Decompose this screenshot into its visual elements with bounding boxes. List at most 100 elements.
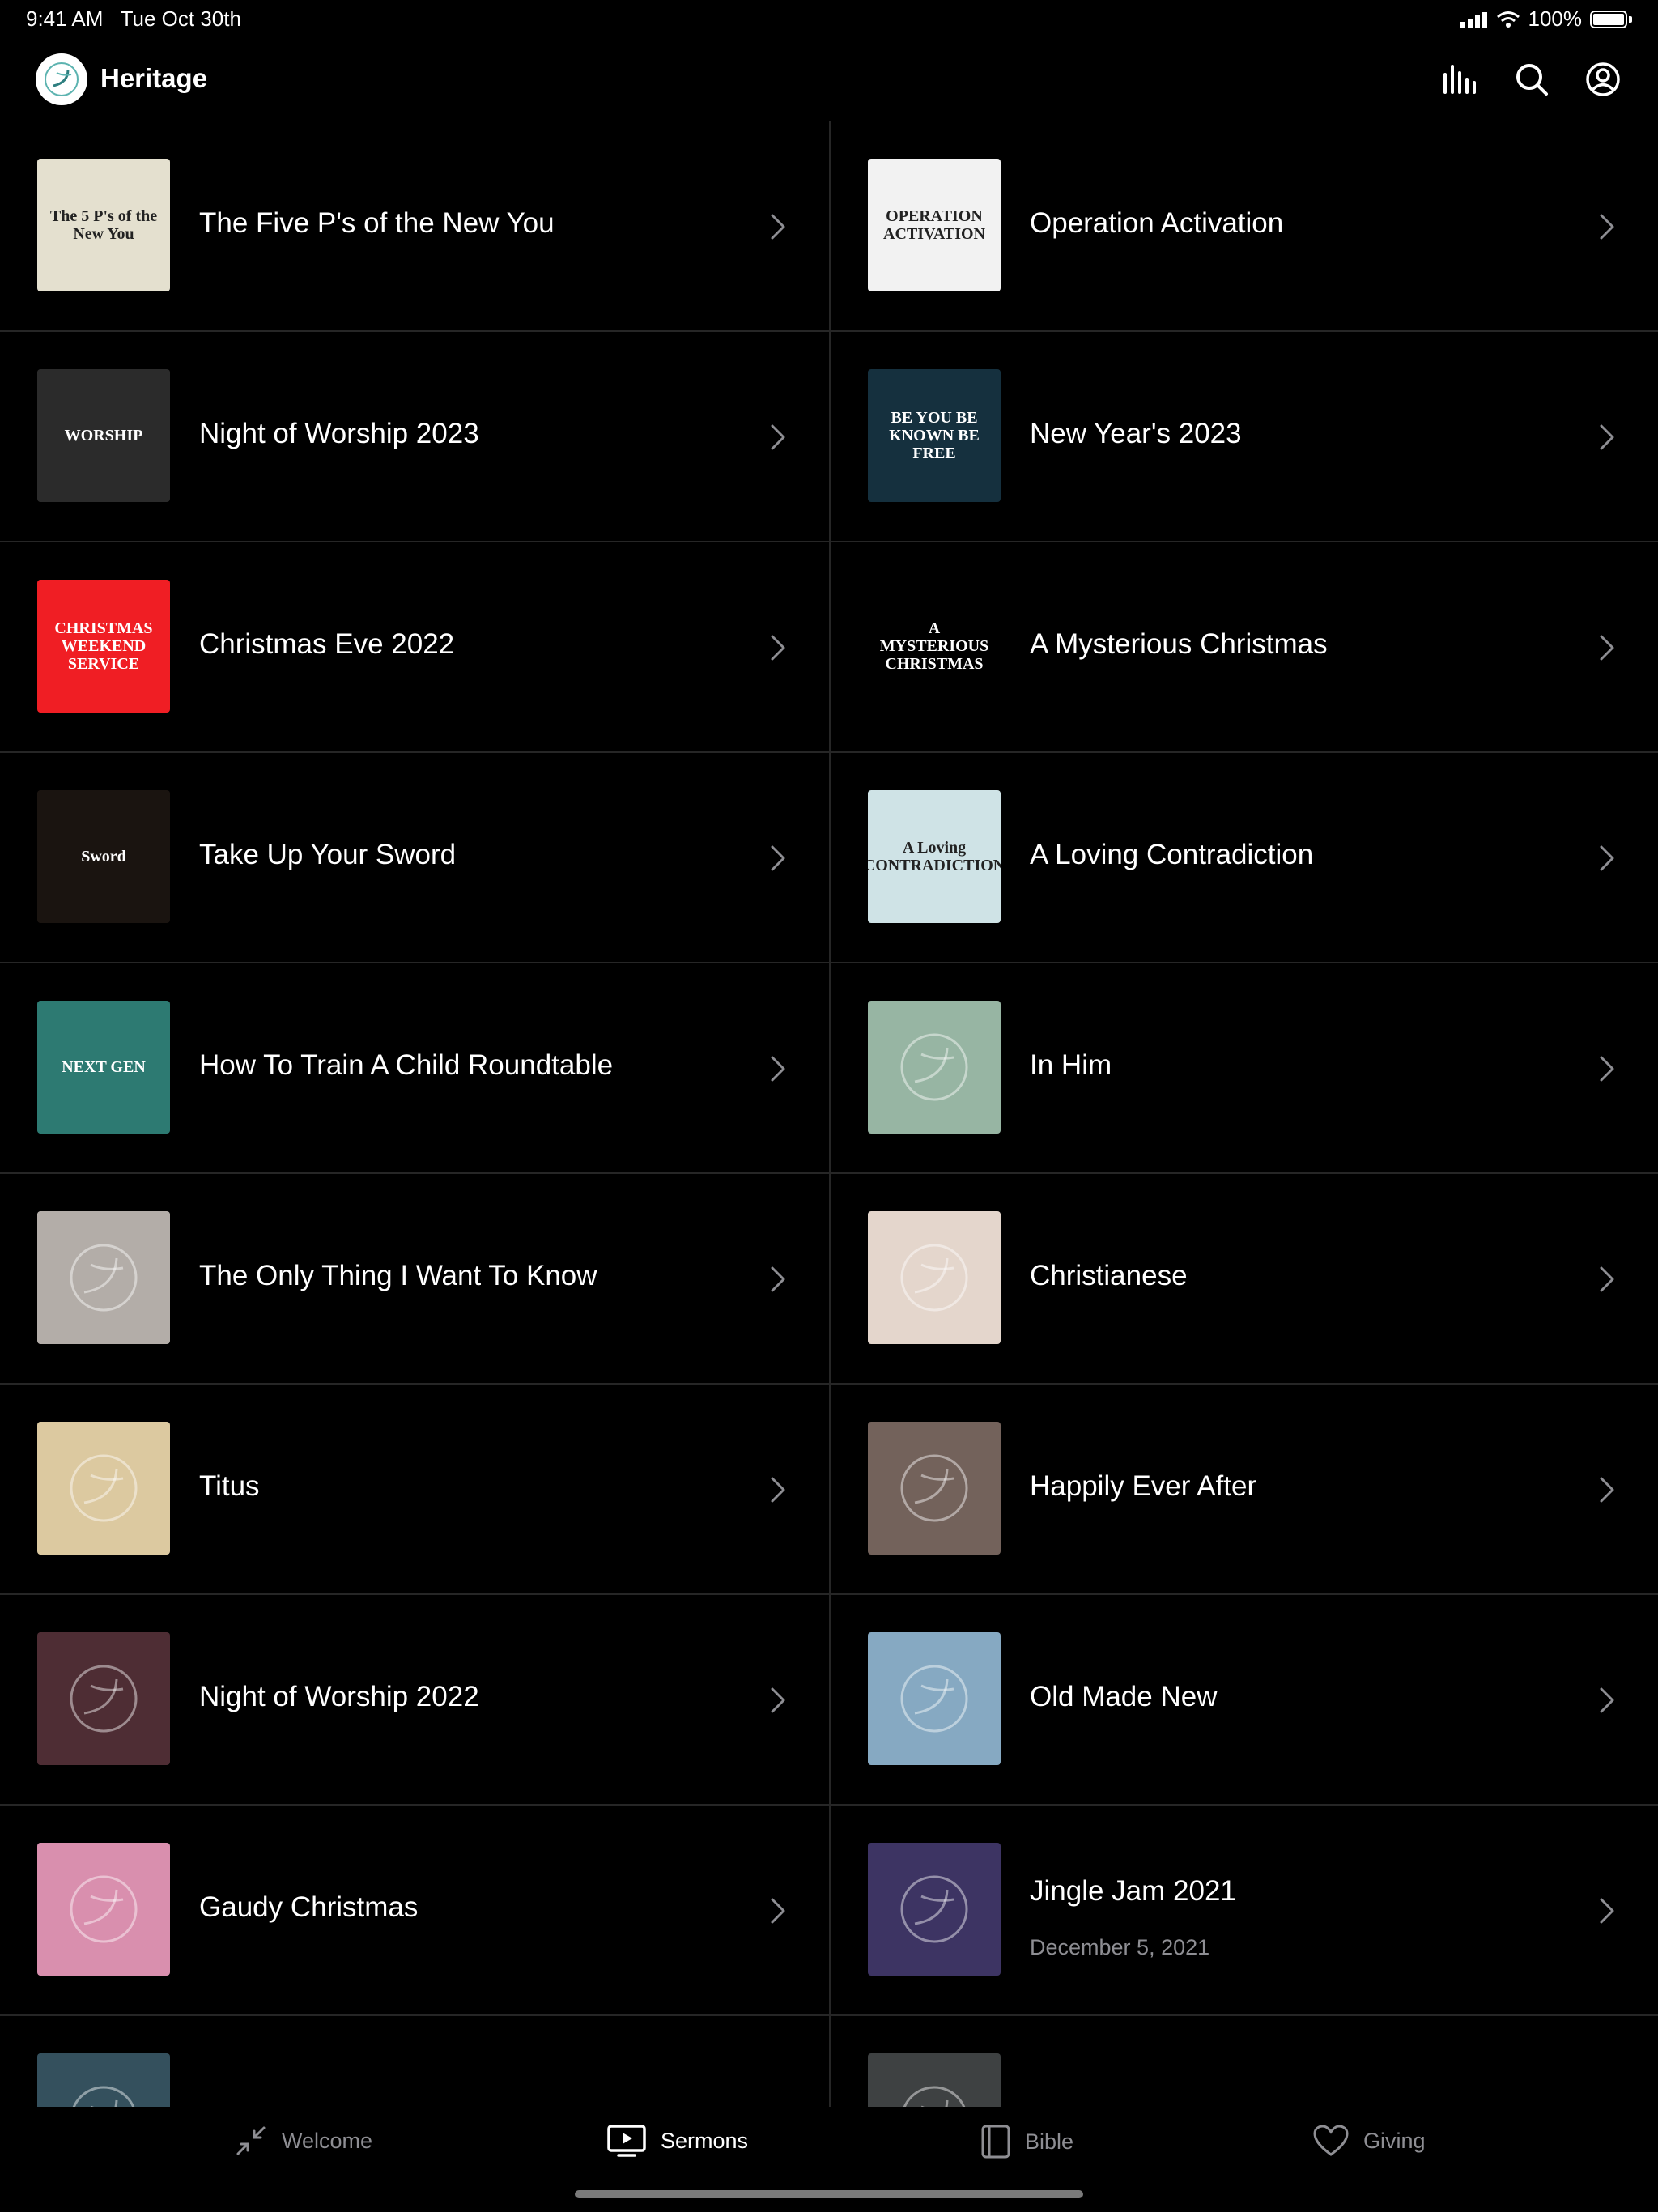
sermon-title: Jingle Jam 2021 [1030,1875,1236,1907]
heart-icon [1313,2125,1349,2156]
sermon-row[interactable]: Christianese [831,1174,1658,1385]
app-header: Heritage [0,45,1658,113]
sermon-thumbnail: WORSHIP [37,369,170,502]
book-icon [981,2125,1010,2159]
sermon-thumbnail [868,1211,1001,1344]
chevron-right-icon [771,1898,785,1924]
chevron-right-icon [1600,845,1614,871]
thumbnail-art-text: Sword [81,848,126,866]
sermon-date: December 5, 2021 [1030,1935,1210,1959]
app-title: Heritage [100,63,208,93]
sermon-title: The Five P's of the New You [199,207,555,239]
chevron-right-icon [771,214,785,240]
tab-bible[interactable]: Bible [981,2125,1073,2159]
home-indicator [575,2190,1083,2198]
sermon-thumbnail [37,1211,170,1344]
chevron-right-icon [771,1056,785,1082]
sermon-row[interactable]: Night of Worship 2022 [0,1595,829,1806]
sermon-title: Night of Worship 2022 [199,1681,479,1712]
sermon-row[interactable]: A MYSTERIOUS CHRISTMAS A Mysterious Chris… [831,542,1658,753]
chevron-right-icon [1600,1898,1614,1924]
sermon-thumbnail [868,1001,1001,1134]
church-logo[interactable] [36,53,87,105]
equalizer-icon[interactable] [1441,60,1480,99]
sermon-thumbnail [37,1422,170,1555]
chevron-right-icon [1600,1687,1614,1713]
status-bar: 9:41 AM Tue Oct 30th 100% [0,0,1658,39]
sermon-row[interactable]: In Him [831,963,1658,1174]
search-icon[interactable] [1512,60,1551,99]
sermon-title: Operation Activation [1030,207,1284,239]
tab-label: Welcome [282,2128,373,2153]
wifi-icon [1496,11,1520,28]
sermon-row[interactable]: Old Made New [831,1595,1658,1806]
sermon-row[interactable]: BE YOU BE KNOWN BE FREE New Year's 2023 [831,332,1658,542]
sermon-row[interactable]: The 5 P's of the New You The Five P's of … [0,121,829,332]
sermon-title: A Loving Contradiction [1030,839,1314,870]
status-time: 9:41 AM Tue Oct 30th [26,6,241,31]
sermon-title: Old Made New [1030,1681,1218,1712]
sermon-title: Titus [199,1470,260,1502]
sermon-row[interactable]: WORSHIP Night of Worship 2023 [0,332,829,542]
chevron-right-icon [771,635,785,661]
sermon-title: In Him [1030,1049,1112,1081]
sermon-row[interactable]: The Only Thing I Want To Know [0,1174,829,1385]
chevron-right-icon [771,424,785,450]
tab-label: Giving [1363,2128,1426,2153]
sermon-thumbnail [37,2053,170,2107]
sermon-row[interactable] [0,2016,829,2107]
sermon-title: The Only Thing I Want To Know [199,1260,597,1291]
chevron-right-icon [771,845,785,871]
sermon-title: A Mysterious Christmas [1030,628,1328,660]
sermon-title: Christmas Eve 2022 [199,628,455,660]
status-indicators: 100% [1460,6,1632,32]
thumbnail-art-text: CHRISTMAS WEEKEND SERVICE [54,619,153,673]
collapse-arrows-icon [236,2126,266,2155]
thumbnail-art-text: NEXT GEN [62,1058,146,1076]
sermon-thumbnail: A Loving CONTRADICTION [868,790,1001,923]
chevron-right-icon [771,1687,785,1713]
sermon-title: New Year's 2023 [1030,418,1242,449]
tab-welcome[interactable]: Welcome [235,2125,372,2157]
sermon-thumbnail: A MYSTERIOUS CHRISTMAS [868,580,1001,713]
sermon-thumbnail [868,1632,1001,1765]
sermon-thumbnail: CHRISTMAS WEEKEND SERVICE [37,580,170,713]
sermon-row[interactable]: NEXT GEN How To Train A Child Roundtable [0,963,829,1174]
sermon-thumbnail [868,1843,1001,1976]
sermon-row[interactable]: Happily Ever After [831,1385,1658,1595]
sermon-title: Gaudy Christmas [199,1891,419,1923]
sermon-title: How To Train A Child Roundtable [199,1049,614,1081]
sermon-thumbnail [868,1422,1001,1555]
sermon-row[interactable]: Jingle Jam 2021 December 5, 2021 [831,1806,1658,2016]
sermon-row[interactable]: Gaudy Christmas [0,1806,829,2016]
sermon-title: Christianese [1030,1260,1188,1291]
sermon-row[interactable]: CHRISTMAS WEEKEND SERVICE Christmas Eve 2… [0,542,829,753]
sermon-row[interactable]: A Loving CONTRADICTION A Loving Contradic… [831,753,1658,963]
sermon-thumbnail: OPERATION ACTIVATION [868,159,1001,291]
sermon-thumbnail [868,2053,1001,2107]
battery-icon [1590,10,1627,28]
chevron-right-icon [771,1477,785,1503]
sermon-title: Happily Ever After [1030,1470,1257,1502]
account-icon[interactable] [1584,60,1622,99]
thumbnail-art-text: WORSHIP [64,427,143,445]
sermon-row[interactable]: Titus [0,1385,829,1595]
thumbnail-art-text: OPERATION ACTIVATION [883,207,985,243]
chevron-right-icon [1600,214,1614,240]
tv-play-icon [607,2125,646,2157]
sermon-row[interactable]: OPERATION ACTIVATION Operation Activation [831,121,1658,332]
sermon-row[interactable] [831,2016,1658,2107]
sermon-row[interactable]: Sword Take Up Your Sword [0,753,829,963]
chevron-right-icon [1600,424,1614,450]
thumbnail-art-text: A MYSTERIOUS CHRISTMAS [879,619,989,673]
sermon-grid: The 5 P's of the New You The Five P's of … [0,121,1658,2107]
thumbnail-art-text: A Loving CONTRADICTION [868,839,1001,874]
battery-percent: 100% [1528,6,1583,31]
tab-sermons[interactable]: Sermons [607,2125,748,2157]
tab-label: Bible [1025,2129,1074,2154]
tab-giving[interactable]: Giving [1313,2125,1426,2157]
sermon-thumbnail: NEXT GEN [37,1001,170,1134]
chevron-right-icon [1600,1056,1614,1082]
sermon-thumbnail: Sword [37,790,170,923]
sermon-thumbnail [37,1843,170,1976]
